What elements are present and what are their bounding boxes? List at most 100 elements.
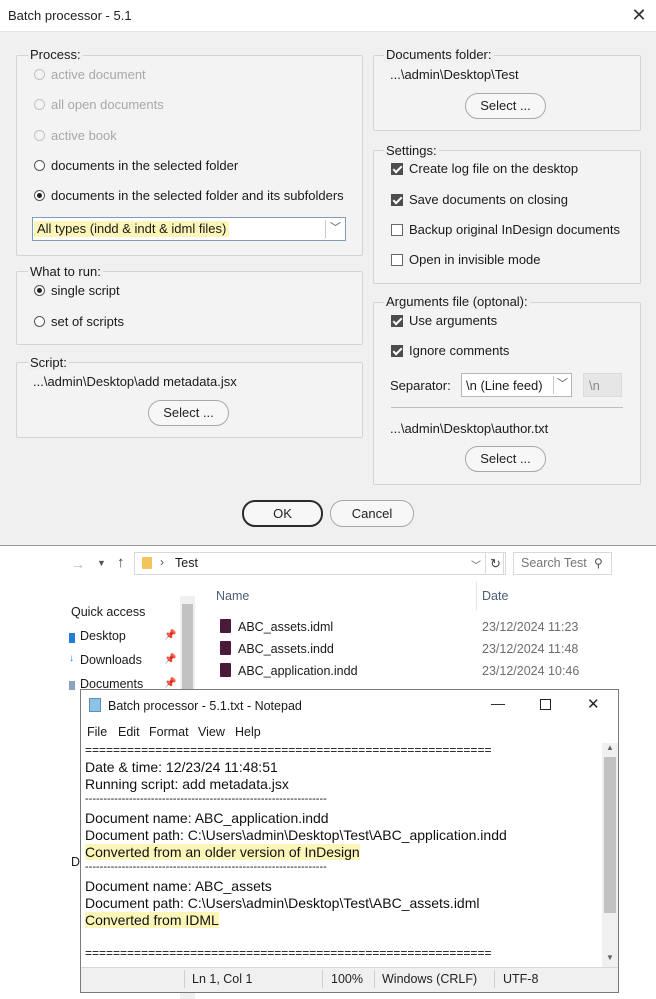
column-header-name[interactable]: Name <box>216 589 249 603</box>
arguments-path: ...\admin\Desktop\author.txt <box>390 421 549 436</box>
notepad-icon <box>89 698 101 712</box>
refresh-icon: ↻ <box>490 556 501 571</box>
dialog-titlebar: Batch processor - 5.1 ✕ <box>0 0 656 32</box>
status-eol: Windows (CRLF) <box>382 972 478 986</box>
recent-chevron-icon[interactable]: ▼ <box>97 558 106 568</box>
indd-file-icon <box>220 641 231 655</box>
idml-file-icon <box>220 619 231 633</box>
radio-single-script[interactable]: single script <box>34 283 120 298</box>
select-script-button[interactable]: Select ... <box>148 400 229 426</box>
quick-access[interactable]: Quick access <box>71 605 145 619</box>
notepad-menubar: File Edit Format View Help <box>81 722 618 742</box>
nav-item-downloads[interactable]: Downloads <box>80 653 142 667</box>
search-input[interactable] <box>515 554 595 571</box>
maximize-icon[interactable] <box>540 699 551 710</box>
separator-preview: \n <box>583 373 622 397</box>
script-path: ...\admin\Desktop\add metadata.jsx <box>33 374 237 389</box>
close-icon[interactable]: ✕ <box>629 5 649 25</box>
menu-help[interactable]: Help <box>235 725 261 739</box>
breadcrumb[interactable]: Test <box>175 556 198 570</box>
refresh-button[interactable]: ↻ <box>485 552 506 575</box>
option-label: set of scripts <box>51 314 124 329</box>
file-row[interactable]: ABC_application.indd 23/12/2024 10:46 <box>216 662 616 682</box>
search-box[interactable]: ⚲ <box>513 552 612 575</box>
scrollbar-thumb[interactable] <box>604 757 616 913</box>
text-line: Document path: C:\Users\admin\Desktop\Te… <box>85 827 507 843</box>
documents-icon <box>69 681 75 690</box>
text-line: Document name: ABC_assets <box>85 878 272 894</box>
dropdown-divider <box>553 376 554 394</box>
option-label: Open in invisible mode <box>409 252 541 267</box>
radio-selected-folder[interactable]: documents in the selected folder <box>34 158 238 173</box>
search-icon: ⚲ <box>594 556 603 570</box>
checkbox-ignore-comments[interactable]: Ignore comments <box>391 343 509 358</box>
close-icon[interactable]: ✕ <box>587 695 600 713</box>
checkbox-save-documents[interactable]: Save documents on closing <box>391 192 568 207</box>
minimize-icon[interactable]: — <box>491 695 505 711</box>
pin-icon[interactable]: 📌 <box>164 630 176 641</box>
menu-edit[interactable]: Edit <box>118 725 140 739</box>
select-arguments-button[interactable]: Select ... <box>465 446 546 472</box>
status-divider <box>184 970 185 988</box>
separator-preview-text: \n <box>589 378 600 393</box>
notepad-text-area[interactable]: ========================================… <box>81 743 602 967</box>
script-title: Script: <box>28 355 69 370</box>
radio-selected-folder-subfolders[interactable]: documents in the selected folder and its… <box>34 188 344 203</box>
menu-view[interactable]: View <box>198 725 225 739</box>
radio-active-book[interactable]: active book <box>34 128 117 143</box>
file-row[interactable]: ABC_assets.indd 23/12/2024 11:48 <box>216 640 616 660</box>
option-label: Save documents on closing <box>409 192 568 207</box>
radio-circle <box>34 99 45 110</box>
nav-item-desktop[interactable]: Desktop <box>80 629 126 643</box>
text-line-highlighted: Converted from an older version of InDes… <box>85 844 360 860</box>
file-name: ABC_assets.idml <box>238 620 334 634</box>
forward-arrow-icon[interactable]: → <box>71 556 85 572</box>
cancel-button[interactable]: Cancel <box>330 500 414 527</box>
text-line-highlighted: Converted from IDML <box>85 912 219 928</box>
status-position: Ln 1, Col 1 <box>192 972 253 986</box>
file-row[interactable]: ABC_assets.idml 23/12/2024 11:23 <box>216 618 616 638</box>
notepad-window: Batch processor - 5.1.txt - Notepad — ✕ … <box>80 689 619 993</box>
notepad-titlebar: Batch processor - 5.1.txt - Notepad — ✕ <box>81 690 618 721</box>
radio-set-of-scripts[interactable]: set of scripts <box>34 314 124 329</box>
indd-file-icon <box>220 663 231 677</box>
checkbox-box <box>391 344 403 357</box>
option-label: active document <box>51 67 146 82</box>
select-documents-folder-button[interactable]: Select ... <box>465 93 546 119</box>
text-line: ----------------------------------------… <box>85 793 327 805</box>
separator-label: Separator: <box>390 378 451 393</box>
checkbox-open-invisible[interactable]: Open in invisible mode <box>391 252 541 267</box>
radio-circle <box>34 69 45 80</box>
separator-value: \n (Line feed) <box>466 378 543 393</box>
up-arrow-icon[interactable]: ↑ <box>117 554 125 571</box>
separator-dropdown[interactable]: \n (Line feed) ﹀ <box>461 373 572 397</box>
checkbox-backup-original[interactable]: Backup original InDesign documents <box>391 222 620 237</box>
radio-all-open-documents[interactable]: all open documents <box>34 97 164 112</box>
scroll-up-icon[interactable]: ▲ <box>606 743 614 752</box>
arguments-divider <box>391 407 623 408</box>
address-bar[interactable]: › Test ﹀ <box>134 552 504 575</box>
documents-folder-path: ...\admin\Desktop\Test <box>390 67 519 82</box>
column-header-date[interactable]: Date <box>482 589 508 603</box>
nav-item-partial[interactable]: D <box>71 855 80 869</box>
checkbox-box <box>391 162 403 175</box>
pin-icon[interactable]: 📌 <box>164 678 176 689</box>
notepad-title: Batch processor - 5.1.txt - Notepad <box>108 699 302 713</box>
documents-folder-title: Documents folder: <box>384 47 494 62</box>
checkbox-use-arguments[interactable]: Use arguments <box>391 313 497 328</box>
radio-active-document[interactable]: active document <box>34 67 146 82</box>
pin-icon[interactable]: 📌 <box>164 654 176 665</box>
file-types-dropdown[interactable]: All types (indd & indt & idml files) ﹀ <box>32 217 346 241</box>
vertical-scrollbar[interactable]: ▲ ▼ <box>602 743 618 967</box>
ok-button[interactable]: OK <box>242 500 323 527</box>
address-chevron-icon[interactable]: ﹀ <box>471 557 481 572</box>
breadcrumb-chevron-icon: › <box>160 555 164 569</box>
dialog-title: Batch processor - 5.1 <box>8 8 132 23</box>
file-date: 23/12/2024 10:46 <box>482 664 580 678</box>
what-to-run-title: What to run: <box>28 264 103 279</box>
menu-file[interactable]: File <box>87 725 107 739</box>
checkbox-box <box>391 314 403 327</box>
checkbox-create-log-file[interactable]: Create log file on the desktop <box>391 161 578 176</box>
scroll-down-icon[interactable]: ▼ <box>606 953 614 962</box>
menu-format[interactable]: Format <box>149 725 189 739</box>
